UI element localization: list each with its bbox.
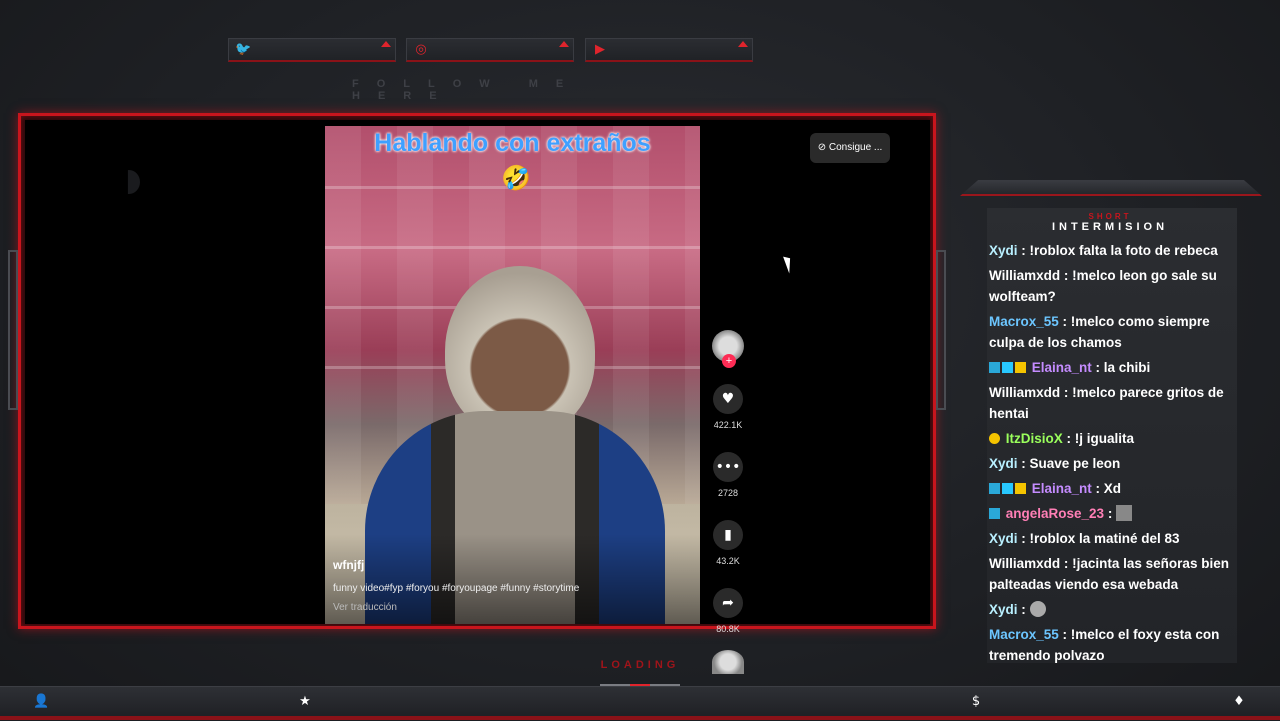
share-count: 80.8K — [716, 624, 740, 634]
frame-side-deco — [936, 250, 946, 410]
chat-username: Xydi — [989, 531, 1018, 546]
chat-message: Elaina_nt : la chibi — [989, 357, 1233, 378]
instagram-link[interactable]: ◎ — [406, 38, 574, 62]
triangle-deco — [559, 41, 569, 47]
chat-username: Elaina_nt — [1031, 481, 1092, 496]
instagram-icon: ◎ — [415, 42, 427, 57]
youtube-link[interactable]: ▶ — [585, 38, 753, 62]
chat-message: Macrox_55 : !melco como siempre culpa de… — [989, 311, 1233, 353]
consigue-button[interactable]: ⊘ Consigue ... — [810, 133, 890, 163]
chat-text: : la chibi — [1091, 360, 1151, 375]
chat-message: Williamxdd : !jacinta las señoras bien p… — [989, 553, 1233, 595]
comment-count: 2728 — [717, 488, 739, 498]
chat-message: Williamxdd : !melco leon go sale su wolf… — [989, 265, 1233, 307]
crown-badge-icon — [1015, 362, 1026, 373]
chat-header: INTERMISION — [1051, 221, 1169, 233]
chat-username: Macrox_55 — [989, 314, 1059, 329]
video-actions: + ♥ 422.1K ••• 2728 ▮ 43.2K ➦ 80.8K — [708, 330, 748, 674]
loading-label: LOADING — [600, 659, 680, 671]
chat-message: angelaRose_23 : — [989, 503, 1233, 524]
chat-username: Williamxdd — [989, 385, 1061, 400]
badge-icon — [1002, 483, 1013, 494]
chat-text: : !roblox la matiné del 83 — [1017, 531, 1180, 546]
chat-text: : — [1104, 506, 1113, 521]
sound-avatar[interactable] — [712, 650, 744, 674]
star-icon[interactable]: ★ — [297, 694, 313, 710]
crown-badge-icon — [1015, 483, 1026, 494]
badge-icon — [989, 508, 1000, 519]
save-count: 43.2K — [716, 556, 740, 566]
follow-plus-icon[interactable]: + — [722, 354, 736, 368]
dollar-icon[interactable]: $ — [968, 694, 984, 710]
like-count: 422.1K — [713, 420, 743, 430]
triangle-deco — [738, 41, 748, 47]
chat-username: Xydi — [989, 456, 1018, 471]
chat-username: angelaRose_23 — [1005, 506, 1105, 521]
chat-message: Xydi : Suave pe leon — [989, 453, 1233, 474]
chat-text: : Xd — [1091, 481, 1122, 496]
chat-username: Macrox_55 — [989, 627, 1059, 642]
chat-message: Elaina_nt : Xd — [989, 478, 1233, 499]
chat-message: Xydi : !roblox falta la foto de rebeca — [989, 240, 1233, 261]
chat-text: : Suave pe leon — [1017, 456, 1121, 471]
chat-username: Xydi — [989, 243, 1018, 258]
chat-username: Williamxdd — [989, 268, 1061, 283]
badge-icon — [989, 433, 1000, 444]
translate-link[interactable]: Ver traducción — [333, 602, 397, 613]
chat-username: Williamxdd — [989, 556, 1061, 571]
chat-message: Williamxdd : !melco parece gritos de hen… — [989, 382, 1233, 424]
share-icon[interactable]: ➦ — [713, 588, 743, 618]
chat-top-deco — [960, 180, 1262, 196]
chat-message: Xydi : — [989, 599, 1233, 620]
twitter-link[interactable]: 🐦 — [228, 38, 396, 62]
consigue-label: Consigue ... — [828, 142, 883, 153]
chat-header-small: SHORT — [1088, 212, 1132, 221]
chat-username: Xydi — [989, 602, 1018, 617]
twitter-icon: 🐦 — [235, 42, 252, 57]
follow-me-label: FOLLOW ME HERE — [352, 78, 582, 102]
badge-icon — [1002, 362, 1013, 373]
diamond-icon[interactable]: ♦ — [1231, 694, 1247, 710]
tiktok-video[interactable]: Hablando con extraños 🤣 wfnjfj funny vid… — [325, 126, 700, 624]
user-icon[interactable]: 👤 — [33, 694, 49, 710]
chat-text: : — [1017, 602, 1026, 617]
emote-icon — [1116, 505, 1133, 521]
badge-icon — [989, 483, 1000, 494]
badge-icon — [989, 362, 1000, 373]
triangle-deco — [381, 41, 391, 47]
chat-message: ItzDisioX : !j igualita — [989, 428, 1233, 449]
bookmark-icon[interactable]: ▮ — [713, 520, 743, 550]
chat-username: ItzDisioX — [1005, 431, 1063, 446]
video-username[interactable]: wfnjfj — [333, 558, 364, 572]
chat-message: Macrox_55 : !melco el foxy esta con trem… — [989, 624, 1233, 666]
chat-text: : !roblox falta la foto de rebeca — [1017, 243, 1218, 258]
comment-icon[interactable]: ••• — [713, 452, 743, 482]
link-icon: ⊘ — [817, 142, 829, 153]
heart-icon[interactable]: ♥ — [713, 384, 743, 414]
video-caption: funny video#fyp #foryou #foryoupage #fun… — [333, 583, 580, 594]
youtube-icon: ▶ — [595, 42, 605, 57]
frame-side-deco — [8, 250, 18, 410]
bottom-glow — [0, 716, 1280, 720]
chat-message: Xydi : !roblox la matiné del 83 — [989, 528, 1233, 549]
laughing-emoji-icon: 🤣 — [501, 164, 531, 192]
emote-icon — [1029, 601, 1046, 617]
video-title: Hablando con extraños — [374, 129, 651, 157]
creator-avatar[interactable]: + — [712, 330, 744, 368]
chat-username: Elaina_nt — [1031, 360, 1092, 375]
chat-text: : !j igualita — [1062, 431, 1135, 446]
